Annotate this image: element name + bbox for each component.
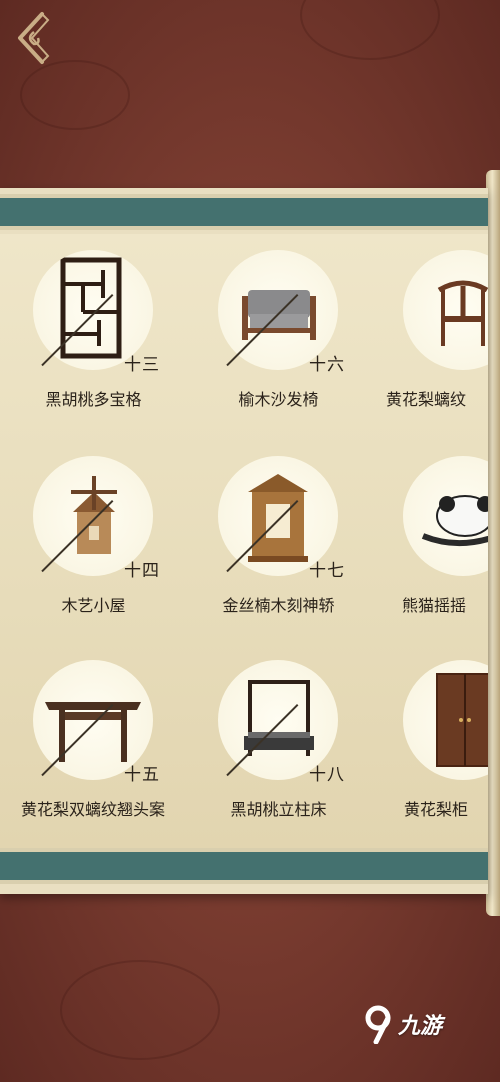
furniture-thumbnail [403,456,488,576]
panda-rocker-icon [421,495,488,547]
item-label: 黑胡桃立柱床 [230,800,327,819]
item-label: 黄花梨柜 [404,800,469,819]
cloud-swirl-decoration [60,960,220,1060]
item-label: 熊猫摇摇 [402,596,467,615]
watermark: 九游 [362,1004,442,1044]
back-arrow-icon [18,12,50,64]
furniture-thumbnail [403,250,488,370]
furniture-scroll: 十三 黑胡桃多宝格 十六 榆木沙发椅 黄花梨螭纹 十四 木艺小屋 十七 金丝楠木… [0,188,488,894]
item-number: 十四 [124,561,160,581]
furniture-item[interactable]: 黄花梨柜 [386,660,488,840]
scroll-roller [486,170,500,916]
furniture-item[interactable]: 十六 榆木沙发椅 [201,250,361,430]
item-number: 十八 [309,765,345,785]
furniture-item[interactable]: 熊猫摇摇 [386,456,488,636]
furniture-item[interactable]: 十四 木艺小屋 [16,456,176,636]
item-label: 黄花梨双螭纹翘头案 [20,800,165,819]
item-label: 木艺小屋 [61,596,126,615]
scroll-top-band [0,194,488,230]
item-label: 黄花梨螭纹 [386,390,467,409]
back-button[interactable] [12,10,52,70]
furniture-item[interactable]: 黄花梨螭纹 [386,250,488,430]
furniture-item[interactable]: 十七 金丝楠木刻神轿 [201,456,361,636]
furniture-thumbnail [403,660,488,780]
furniture-item[interactable]: 十三 黑胡桃多宝格 [16,250,176,430]
item-number: 十三 [124,355,160,375]
furniture-item[interactable]: 十八 黑胡桃立柱床 [201,660,361,840]
cloud-swirl-decoration [300,0,440,60]
furniture-grid: 十三 黑胡桃多宝格 十六 榆木沙发椅 黄花梨螭纹 十四 木艺小屋 十七 金丝楠木… [0,234,488,848]
item-number: 十七 [309,561,345,581]
item-label: 榆木沙发椅 [238,390,319,409]
chair-icon [437,280,488,346]
item-number: 十五 [124,765,160,785]
scroll-paper: 十三 黑胡桃多宝格 十六 榆木沙发椅 黄花梨螭纹 十四 木艺小屋 十七 金丝楠木… [0,234,488,848]
scroll-bottom-band [0,848,488,884]
watermark-text: 九游 [398,1014,443,1039]
9-logo-icon [365,1005,391,1044]
item-number: 十六 [309,355,345,375]
cabinet-icon [436,673,488,767]
item-label: 金丝楠木刻神轿 [222,596,335,615]
cloud-swirl-decoration [20,60,130,130]
item-label: 黑胡桃多宝格 [45,390,142,409]
furniture-item[interactable]: 十五 黄花梨双螭纹翘头案 [16,660,176,840]
